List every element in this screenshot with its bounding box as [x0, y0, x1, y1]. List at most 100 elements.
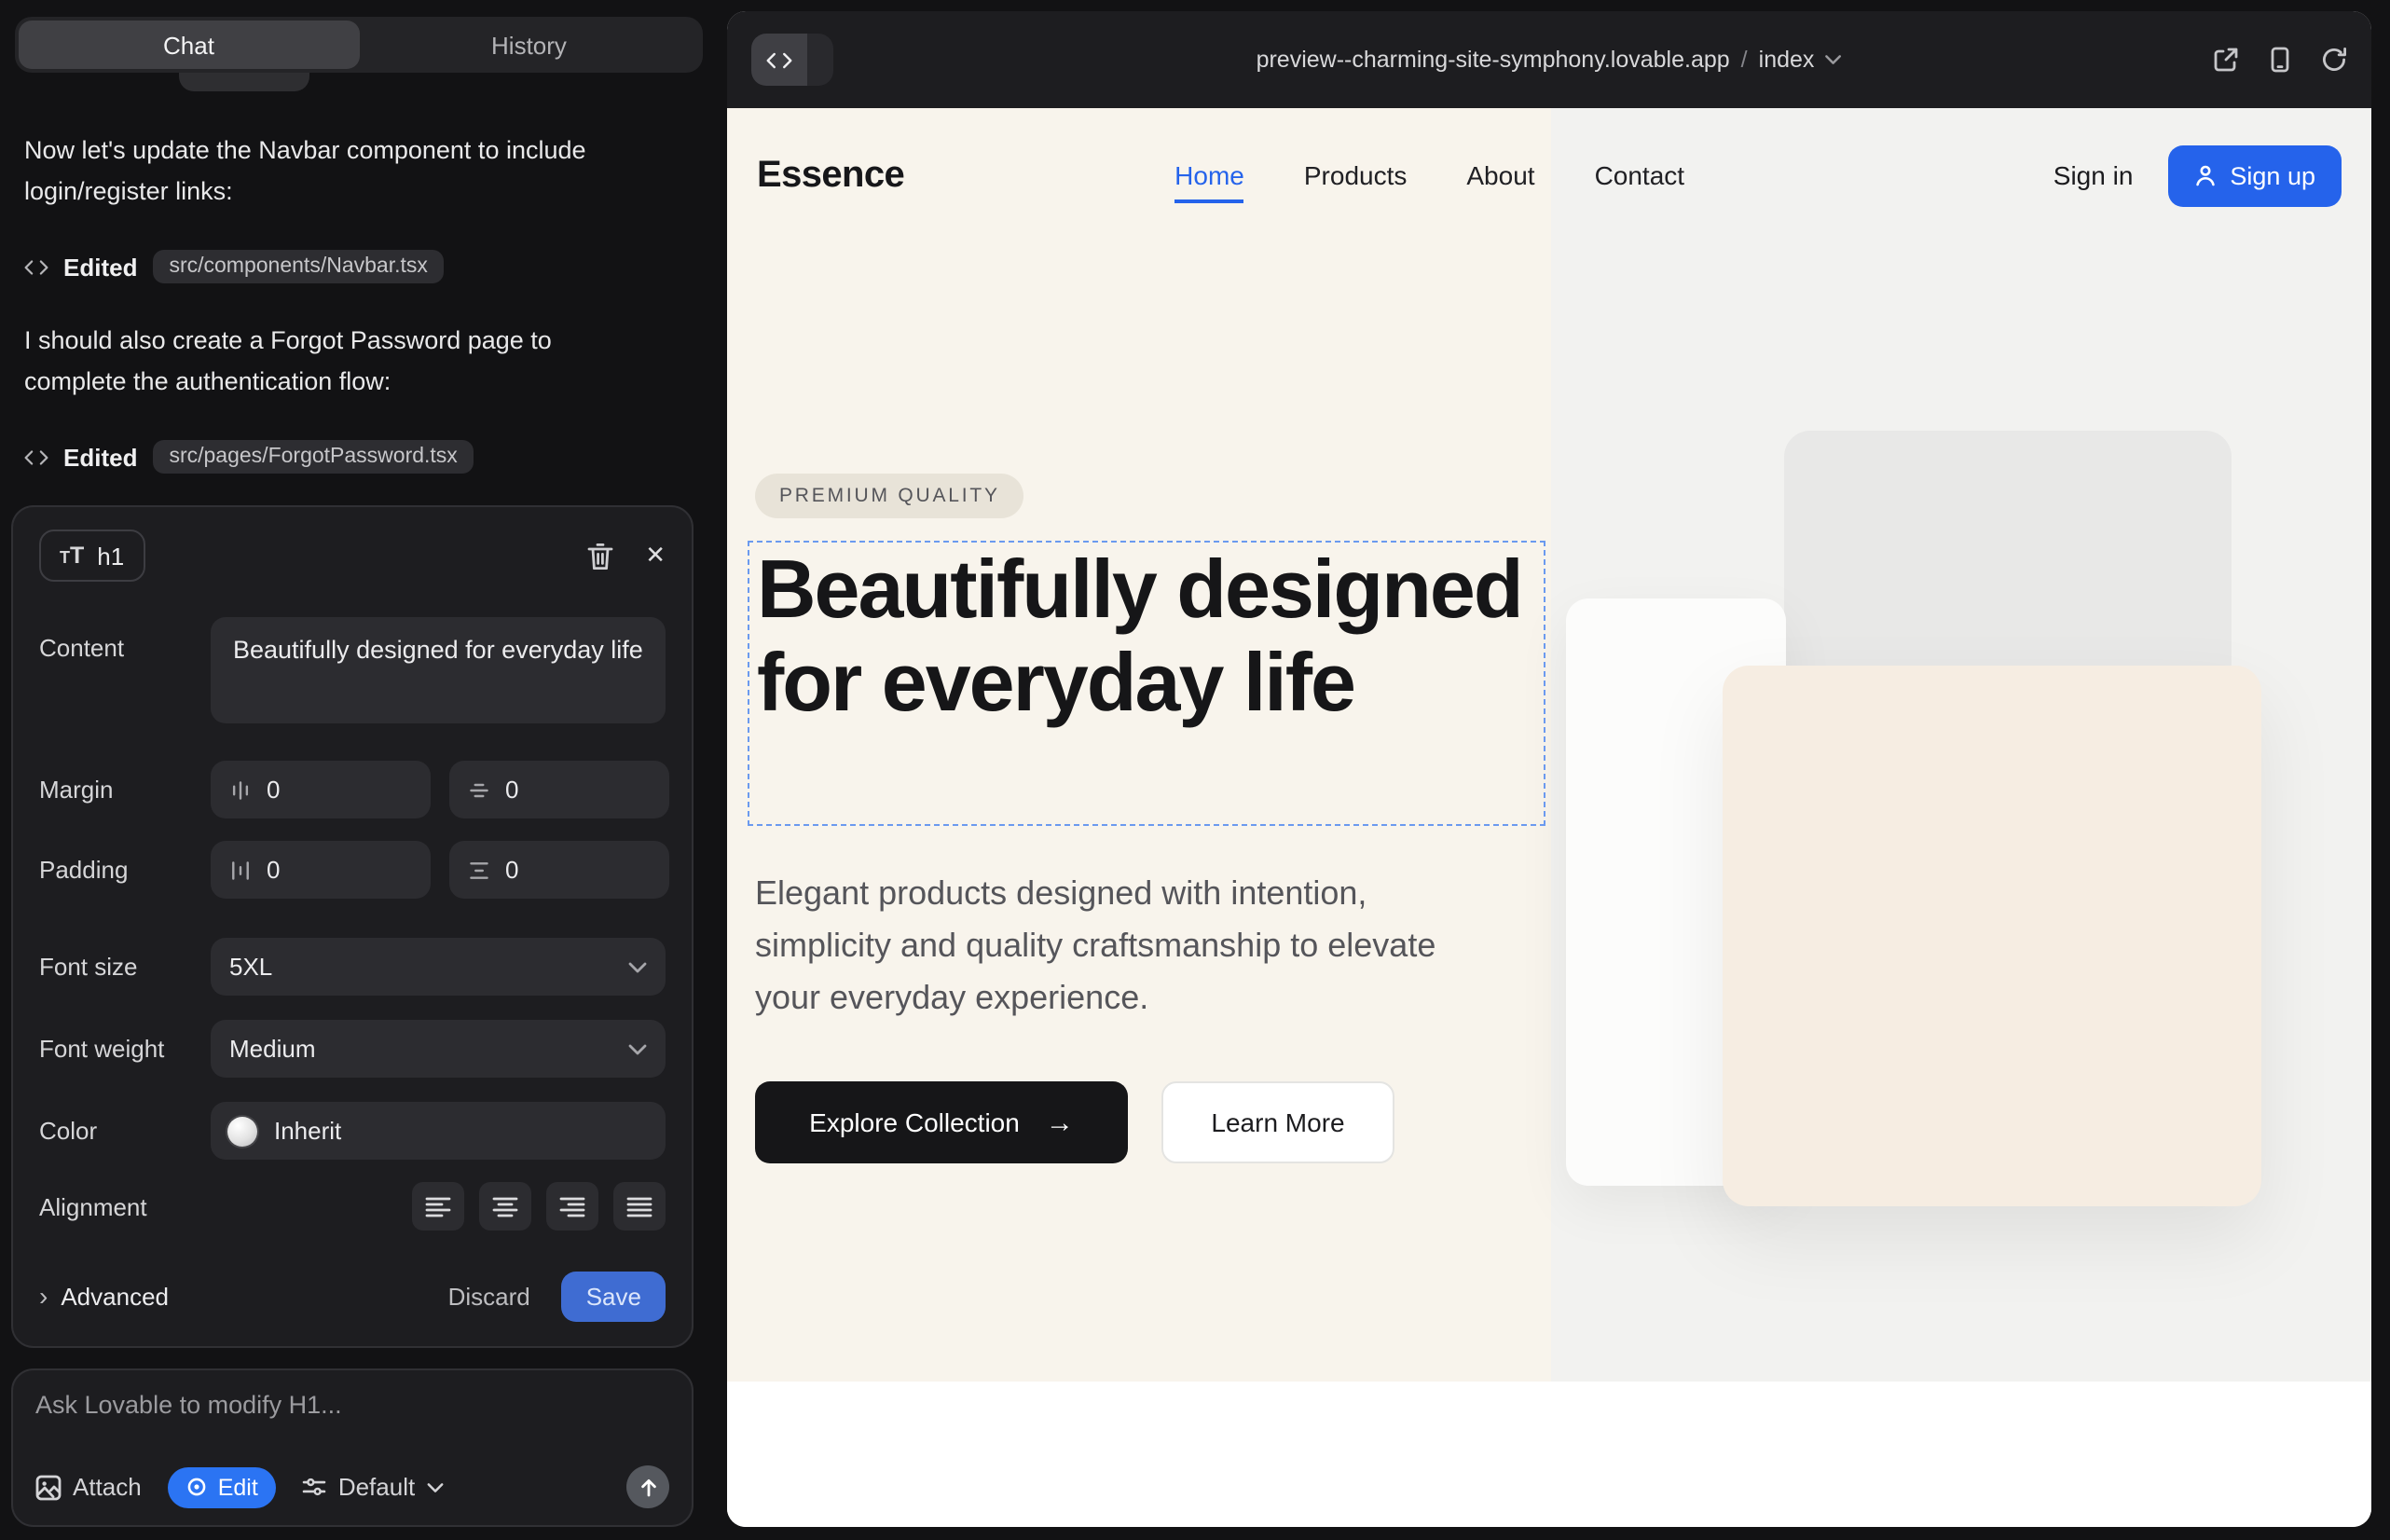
chat-message: Now let's update the Navbar component to… — [24, 131, 639, 211]
padding-vertical-icon — [468, 859, 490, 881]
chat-sidebar: Chat History Now let's update the Navbar… — [0, 0, 727, 1540]
nav-link-products[interactable]: Products — [1304, 160, 1408, 190]
tab-history[interactable]: History — [359, 21, 699, 69]
color-swatch-icon — [227, 1116, 257, 1146]
alignment-row: Alignment — [39, 1182, 666, 1231]
code-icon — [24, 448, 48, 465]
target-icon — [186, 1477, 207, 1497]
edited-label: Edited — [63, 253, 137, 281]
align-right-button[interactable] — [546, 1182, 598, 1231]
edited-file-row: Edited src/components/Navbar.tsx — [24, 250, 445, 283]
inspector-header: TT h1 ✕ — [39, 529, 666, 582]
padding-y-input[interactable]: 0 — [449, 841, 669, 899]
edit-mode-button[interactable]: Edit — [168, 1466, 277, 1507]
chevron-down-icon — [628, 1043, 647, 1054]
chevron-right-icon: › — [39, 1281, 48, 1311]
hero-headline[interactable]: Beautifully designed for everyday life — [757, 544, 1547, 731]
margin-field-row: Margin 0 0 — [39, 761, 666, 818]
save-button[interactable]: Save — [562, 1271, 666, 1321]
preview-route: index — [1759, 47, 1815, 73]
refresh-icon[interactable] — [2321, 47, 2347, 73]
element-inspector-panel: TT h1 ✕ Content Beautifully designed for… — [11, 505, 694, 1348]
chevron-down-icon — [628, 961, 647, 972]
file-chip[interactable]: src/components/Navbar.tsx — [152, 250, 444, 283]
font-size-select[interactable]: 5XL — [211, 938, 666, 996]
margin-label: Margin — [39, 776, 211, 804]
padding-x-input[interactable]: 0 — [211, 841, 431, 899]
sign-up-button[interactable]: Sign up — [2168, 144, 2342, 206]
delete-element-button[interactable] — [587, 542, 613, 570]
site-brand[interactable]: Essence — [757, 154, 904, 197]
nav-link-about[interactable]: About — [1466, 160, 1534, 190]
hero-subtext: Elegant products designed with intention… — [755, 867, 1441, 1024]
content-input[interactable]: Beautifully designed for everyday life — [211, 617, 666, 723]
content-field-row: Content Beautifully designed for everyda… — [39, 617, 666, 723]
chevron-down-icon — [426, 1481, 443, 1492]
open-external-icon[interactable] — [2213, 47, 2239, 73]
margin-horizontal-icon — [229, 778, 252, 801]
advanced-toggle[interactable]: › Advanced — [39, 1281, 169, 1311]
chevron-down-icon[interactable] — [1825, 54, 1842, 65]
site-navbar: Essence Home Products About Contact Sign… — [727, 108, 2371, 242]
align-left-button[interactable] — [412, 1182, 464, 1231]
padding-field-row: Padding 0 0 — [39, 841, 666, 899]
decor-card-beige — [1723, 666, 2261, 1206]
margin-x-input[interactable]: 0 — [211, 761, 431, 818]
sliders-icon — [303, 1477, 327, 1497]
sidebar-tabbar: Chat History — [15, 17, 703, 73]
content-label: Content — [39, 617, 211, 662]
send-button[interactable] — [626, 1465, 669, 1508]
learn-more-button[interactable]: Learn More — [1161, 1081, 1394, 1163]
selected-h1-outline[interactable]: Beautifully designed for everyday life — [748, 541, 1545, 826]
font-weight-row: Font weight Medium — [39, 1020, 666, 1078]
element-tag-label: h1 — [97, 542, 124, 570]
page-bottom-section — [727, 1382, 2371, 1527]
code-view-button[interactable] — [751, 34, 807, 86]
composer-input[interactable] — [35, 1391, 669, 1419]
nav-link-home[interactable]: Home — [1174, 160, 1244, 190]
attach-button[interactable]: Attach — [35, 1473, 142, 1501]
font-size-row: Font size 5XL — [39, 938, 666, 996]
sign-in-link[interactable]: Sign in — [2053, 160, 2134, 190]
user-icon — [2194, 164, 2217, 186]
inspector-footer: › Advanced Discard Save — [39, 1268, 666, 1324]
selected-element-chip[interactable]: TT h1 — [39, 529, 144, 582]
view-toggle — [751, 34, 833, 86]
color-select[interactable]: Inherit — [211, 1102, 666, 1160]
lovable-app: Chat History Now let's update the Navbar… — [0, 0, 2390, 1540]
font-weight-select[interactable]: Medium — [211, 1020, 666, 1078]
text-style-icon: TT — [60, 539, 84, 572]
font-size-label: Font size — [39, 953, 211, 981]
preview-pane: preview--charming-site-symphony.lovable.… — [727, 11, 2371, 1527]
align-justify-button[interactable] — [613, 1182, 666, 1231]
model-default-select[interactable]: Default — [303, 1473, 443, 1501]
edited-label: Edited — [63, 443, 137, 471]
preview-url[interactable]: preview--charming-site-symphony.lovable.… — [1257, 47, 1843, 73]
site-page: Essence Home Products About Contact Sign… — [727, 108, 2371, 1527]
hero-cta-row: Explore Collection → Learn More — [755, 1081, 1394, 1163]
alignment-label: Alignment — [39, 1192, 211, 1220]
url-separator: / — [1741, 47, 1748, 73]
image-icon — [35, 1474, 62, 1500]
discard-button[interactable]: Discard — [448, 1282, 530, 1310]
chat-composer: Attach Edit Default — [11, 1368, 694, 1527]
nav-link-contact[interactable]: Contact — [1595, 160, 1685, 190]
edited-file-row: Edited src/pages/ForgotPassword.tsx — [24, 440, 474, 474]
preview-toolbar: preview--charming-site-symphony.lovable.… — [727, 11, 2371, 108]
close-icon[interactable]: ✕ — [645, 541, 666, 571]
file-chip[interactable]: src/pages/ForgotPassword.tsx — [152, 440, 474, 474]
color-row: Color Inherit — [39, 1102, 666, 1160]
tab-chat[interactable]: Chat — [19, 21, 359, 69]
padding-horizontal-icon — [229, 859, 252, 881]
nav-links: Home Products About Contact — [1174, 160, 1684, 190]
code-icon — [24, 258, 48, 275]
preview-url-text: preview--charming-site-symphony.lovable.… — [1257, 47, 1730, 73]
preview-view-button[interactable] — [807, 34, 833, 86]
premium-quality-badge: PREMIUM QUALITY — [755, 474, 1024, 518]
mobile-view-icon[interactable] — [2271, 47, 2289, 73]
arrow-right-icon: → — [1046, 1107, 1074, 1138]
align-center-button[interactable] — [479, 1182, 531, 1231]
margin-y-input[interactable]: 0 — [449, 761, 669, 818]
explore-collection-button[interactable]: Explore Collection → — [755, 1081, 1128, 1163]
font-weight-label: Font weight — [39, 1035, 211, 1063]
